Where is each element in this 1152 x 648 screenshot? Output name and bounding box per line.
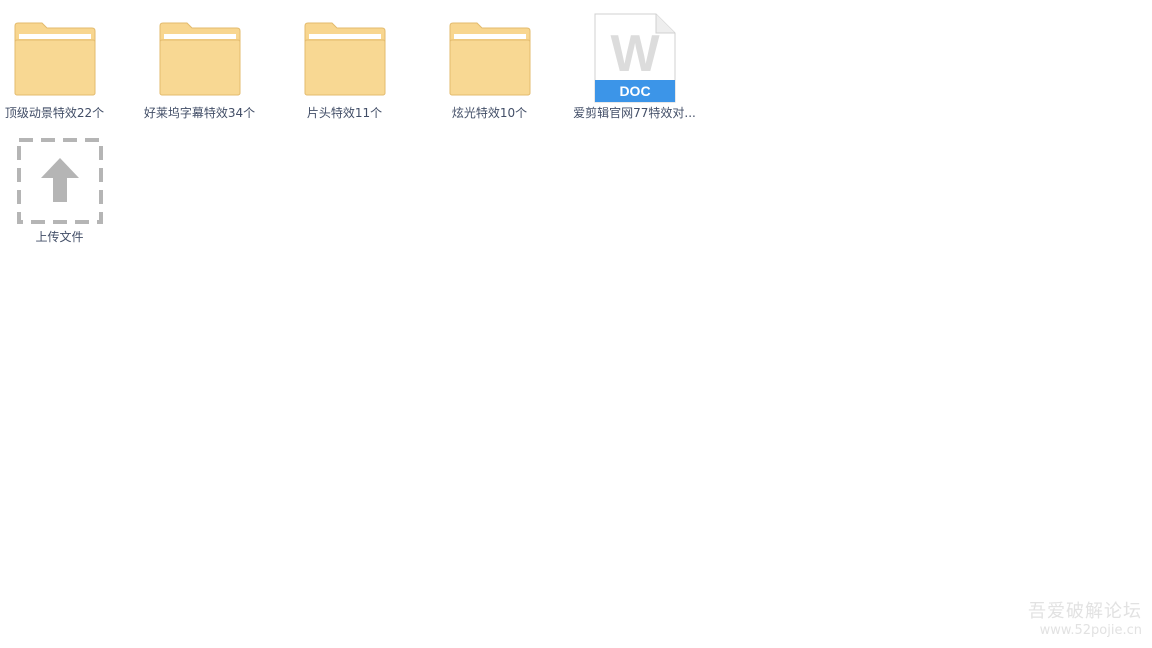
- folder-item[interactable]: 好莱坞字幕特效34个: [127, 0, 272, 120]
- file-name: 好莱坞字幕特效34个: [143, 106, 256, 120]
- file-name: 片头特效11个: [306, 106, 383, 120]
- upload-label: 上传文件: [35, 230, 84, 244]
- file-name: 爱剪辑官网77特效对...: [573, 106, 696, 120]
- folder-item[interactable]: 炫光特效10个: [417, 0, 562, 120]
- upload-file-button[interactable]: 上传文件: [0, 0, 132, 250]
- folder-icon: [304, 22, 385, 96]
- folder-icon: [449, 22, 530, 96]
- file-grid: 顶级动景特效22个 好莱坞字幕特效34个 片头特效11个 炫光特效10个 W D…: [0, 0, 1152, 648]
- watermark: 吾爱破解论坛 www.52pojie.cn: [1028, 601, 1142, 638]
- doc-file-item[interactable]: W DOC 爱剪辑官网77特效对...: [562, 0, 707, 120]
- doc-badge: DOC: [619, 83, 650, 99]
- folder-item[interactable]: 片头特效11个: [272, 0, 417, 120]
- upload-arrow-icon: [16, 138, 103, 224]
- watermark-title: 吾爱破解论坛: [1028, 601, 1142, 622]
- word-letter: W: [610, 25, 660, 83]
- watermark-url: www.52pojie.cn: [1039, 623, 1142, 638]
- folder-icon: [159, 22, 240, 96]
- word-doc-icon: W DOC: [594, 13, 675, 103]
- file-name: 炫光特效10个: [451, 106, 528, 120]
